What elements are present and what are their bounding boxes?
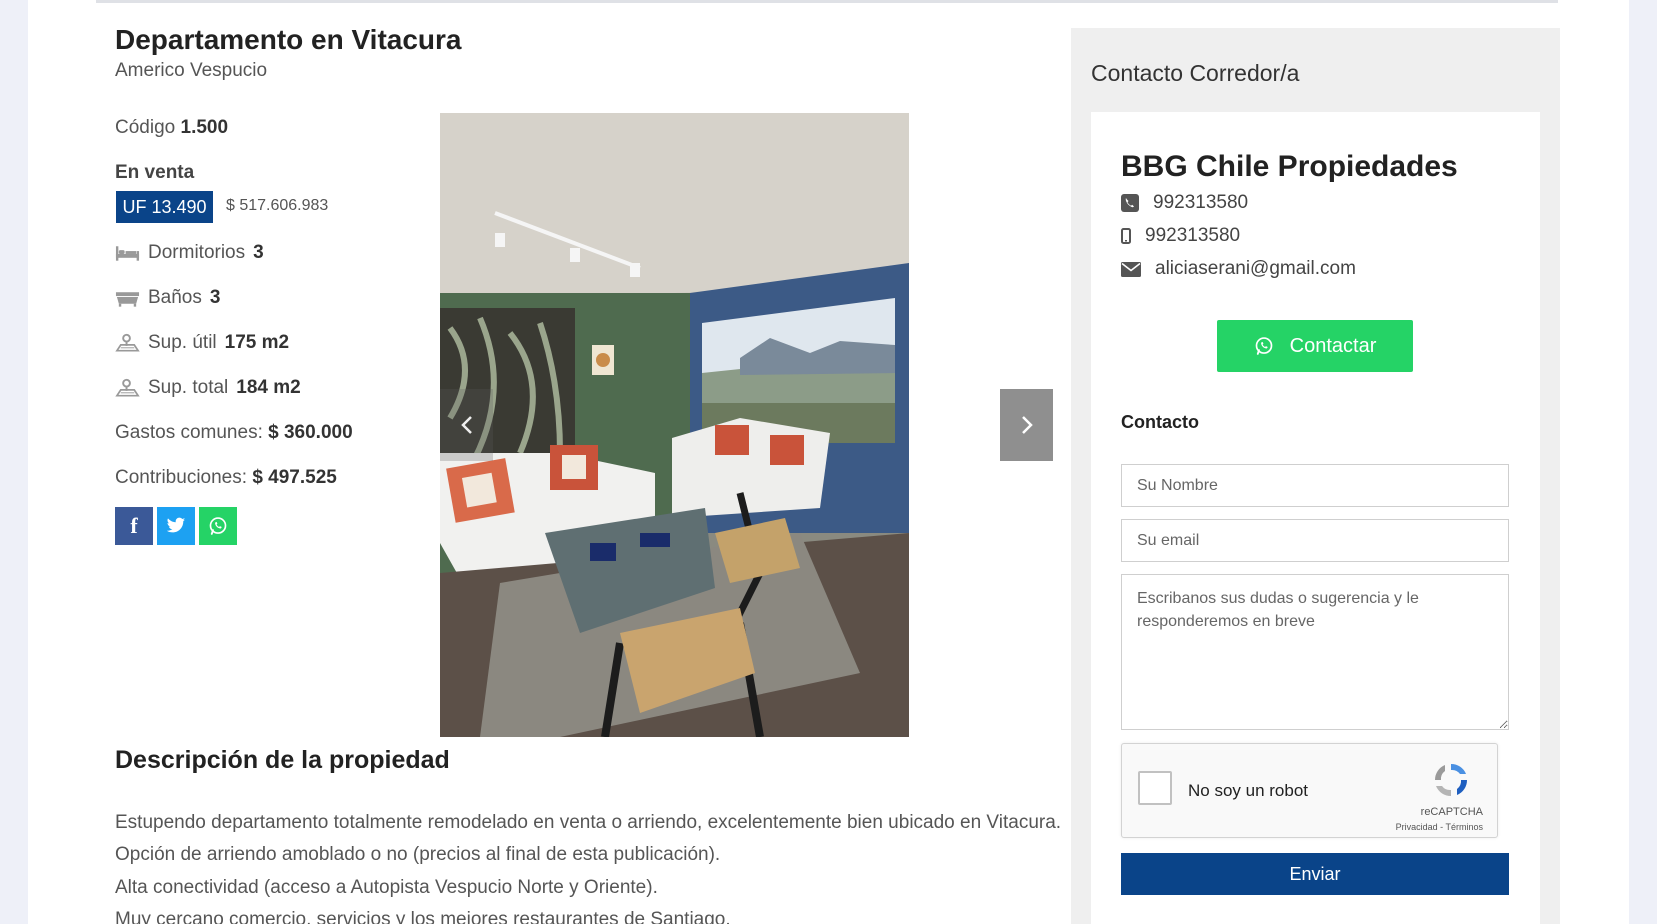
phone-number: 992313580 <box>1153 192 1249 213</box>
mobile-number: 992313580 <box>1145 225 1241 246</box>
recaptcha-brand: reCAPTCHA <box>1420 806 1483 818</box>
feature-total-area: Sup. total 184 m2 <box>115 377 301 399</box>
description-heading: Descripción de la propiedad <box>115 746 450 774</box>
recaptcha-logo-icon <box>1434 763 1468 797</box>
recaptcha-label: No soy un robot <box>1188 781 1309 800</box>
code-value: 1.500 <box>180 117 229 138</box>
photo-prev-button[interactable] <box>440 389 493 461</box>
code-label: Código <box>115 117 176 138</box>
bed-icon <box>115 246 140 261</box>
feature-label: Sup. total <box>148 377 229 398</box>
area-icon <box>115 333 140 352</box>
description-line: Muy cercano comercio, servicios y los me… <box>115 909 731 924</box>
bathtub-icon <box>115 292 140 307</box>
envelope-icon <box>1121 261 1141 277</box>
feature-bedrooms: Dormitorios 3 <box>115 242 264 264</box>
whatsapp-button-label: Contactar <box>1289 334 1377 357</box>
phone-icon <box>1121 194 1139 212</box>
whatsapp-contact-button[interactable]: Contactar <box>1217 320 1413 372</box>
property-code: Código 1.500 <box>115 117 228 139</box>
contributions-value: $ 497.525 <box>252 467 337 488</box>
name-input[interactable] <box>1121 464 1509 507</box>
agency-email[interactable]: aliciaserani@gmail.com <box>1121 258 1356 280</box>
chevron-left-icon <box>460 416 472 434</box>
share-facebook-button[interactable]: f <box>115 507 153 545</box>
description-line: Opción de arriendo amoblado o no (precio… <box>115 844 721 865</box>
contact-heading: Contacto Corredor/a <box>1091 60 1300 86</box>
description-line: Alta conectividad (acceso a Autopista Ve… <box>115 877 658 898</box>
price-clp: $ 517.606.983 <box>226 197 329 214</box>
submit-button[interactable]: Enviar <box>1121 853 1509 895</box>
feature-value: 3 <box>209 287 221 308</box>
chevron-right-icon <box>1021 416 1033 434</box>
common-expenses-value: $ 360.000 <box>268 422 353 443</box>
whatsapp-icon <box>1255 337 1272 355</box>
feature-label: Sup. útil <box>148 332 217 353</box>
top-divider <box>96 0 1558 3</box>
feature-value: 184 m2 <box>236 377 301 398</box>
common-expenses: Gastos comunes: $ 360.000 <box>115 422 353 444</box>
feature-value: 3 <box>253 242 264 263</box>
price-uf-badge: UF 13.490 <box>116 191 213 223</box>
description-line: Estupendo departamento totalmente remode… <box>115 812 1062 833</box>
feature-useful-area: Sup. útil 175 m2 <box>115 332 289 354</box>
contact-form-title: Contacto <box>1121 412 1199 432</box>
whatsapp-icon <box>209 517 227 535</box>
agency-name: BBG Chile Propiedades <box>1121 150 1458 183</box>
share-whatsapp-button[interactable] <box>199 507 237 545</box>
share-twitter-button[interactable] <box>157 507 195 545</box>
email-input[interactable] <box>1121 519 1509 562</box>
agency-mobile[interactable]: 992313580 <box>1121 225 1240 247</box>
mobile-icon <box>1121 228 1131 244</box>
area-icon <box>115 378 140 397</box>
property-title: Departamento en Vitacura <box>115 24 462 55</box>
contributions: Contribuciones: $ 497.525 <box>115 467 337 489</box>
recaptcha-links[interactable]: Privacidad - Términos <box>1396 822 1483 832</box>
property-address: Americo Vespucio <box>115 60 268 81</box>
twitter-icon <box>166 517 186 533</box>
facebook-icon: f <box>130 513 138 538</box>
feature-bathrooms: Baños 3 <box>115 287 220 309</box>
message-textarea[interactable] <box>1121 574 1509 730</box>
photo-next-button[interactable] <box>1000 389 1053 461</box>
agency-phone[interactable]: 992313580 <box>1121 192 1248 214</box>
contributions-label: Contribuciones: <box>115 467 248 488</box>
feature-value: 175 m2 <box>224 332 290 353</box>
email-address: aliciaserani@gmail.com <box>1155 258 1356 279</box>
feature-label: Dormitorios <box>148 242 246 263</box>
feature-label: Baños <box>148 287 202 308</box>
property-photo[interactable] <box>440 113 909 737</box>
recaptcha-checkbox[interactable] <box>1138 771 1172 805</box>
living-room-image <box>440 113 909 737</box>
common-expenses-label: Gastos comunes: <box>115 422 263 443</box>
status-label: En venta <box>115 162 195 183</box>
recaptcha-widget: No soy un robot reCAPTCHA Privacidad - T… <box>1121 743 1498 838</box>
